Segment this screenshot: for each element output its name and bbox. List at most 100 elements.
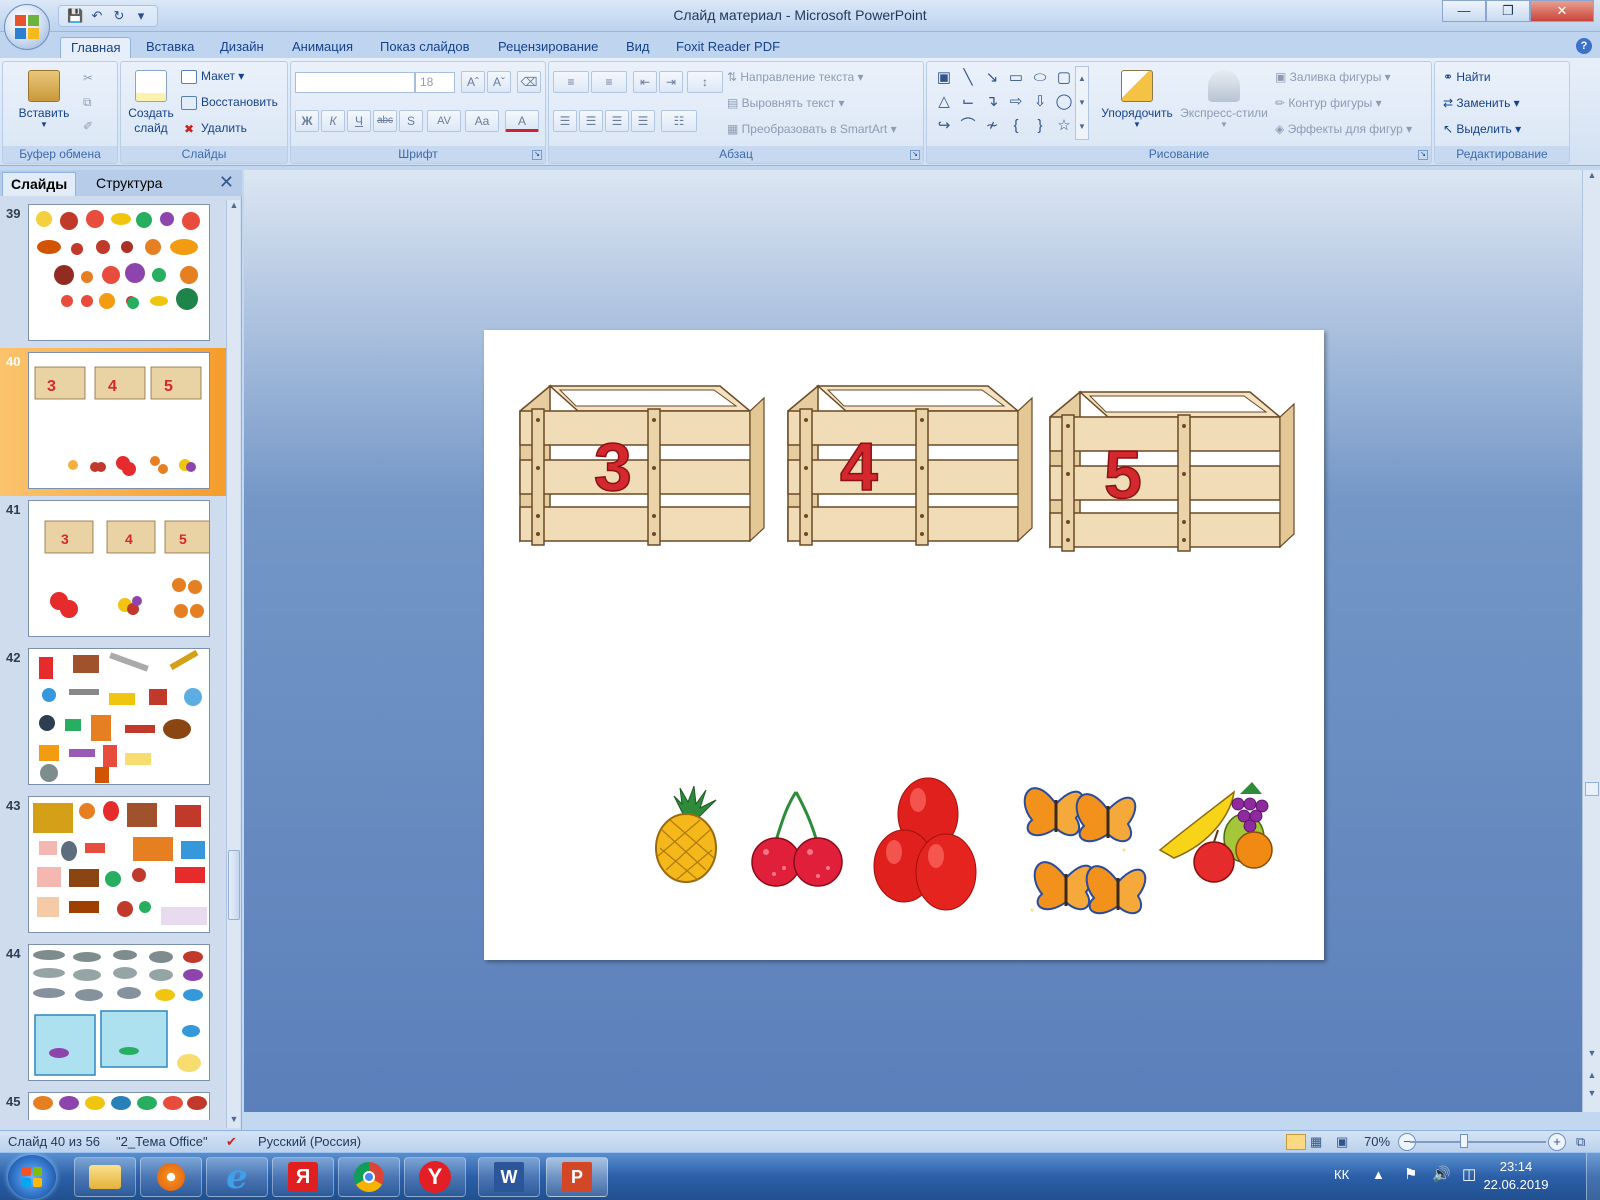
increase-indent-icon[interactable]: ⇥ bbox=[659, 71, 683, 93]
bullets-icon[interactable]: ≡ bbox=[553, 71, 589, 93]
triangle-shape-icon[interactable]: △ bbox=[933, 92, 955, 112]
thumbnail-slide-45[interactable]: 45 bbox=[0, 1088, 226, 1120]
crate-5[interactable]: 5 bbox=[1049, 391, 1295, 552]
shape-fill-button[interactable]: ▣ Заливка фигуры ▾ bbox=[1275, 67, 1391, 87]
maximize-button[interactable]: ❐ bbox=[1486, 0, 1530, 22]
current-slide[interactable]: 3 4 5 bbox=[484, 330, 1324, 960]
tab-view[interactable]: Вид bbox=[616, 37, 660, 58]
align-left-icon[interactable]: ☰ bbox=[553, 110, 577, 132]
zoom-in-button[interactable]: + bbox=[1548, 1133, 1566, 1151]
bold-button[interactable]: Ж bbox=[295, 110, 319, 132]
elbow-connector-icon[interactable]: ⌙ bbox=[957, 92, 979, 112]
shape-outline-button[interactable]: ✏ Контур фигуры ▾ bbox=[1275, 93, 1382, 113]
help-icon[interactable]: ? bbox=[1576, 38, 1592, 54]
yandex-browser-taskbar-button[interactable]: Y bbox=[404, 1157, 466, 1197]
media-player-taskbar-button[interactable] bbox=[140, 1157, 202, 1197]
action-center-icon[interactable]: ⚑ bbox=[1404, 1165, 1417, 1183]
select-button[interactable]: ↖ Выделить ▾ bbox=[1443, 119, 1521, 139]
start-button[interactable] bbox=[8, 1155, 56, 1199]
close-pane-icon[interactable]: ✕ bbox=[219, 172, 234, 193]
rounded-rect-shape-icon[interactable]: ▢ bbox=[1053, 68, 1075, 88]
crate-3[interactable]: 3 bbox=[519, 385, 765, 546]
input-language[interactable]: КК bbox=[1334, 1167, 1349, 1182]
char-spacing-button[interactable]: AV bbox=[427, 110, 461, 132]
scroll-down-icon[interactable]: ▼ bbox=[227, 1114, 241, 1128]
font-size-input[interactable]: 18 bbox=[415, 72, 455, 93]
arc-shape-icon[interactable]: ⌒ bbox=[957, 116, 979, 136]
fit-to-window-icon[interactable]: ⧉ bbox=[1576, 1134, 1585, 1150]
crate-4[interactable]: 4 bbox=[787, 385, 1033, 546]
thumbnail-slide-39[interactable]: 39 bbox=[0, 200, 226, 348]
show-desktop-button[interactable] bbox=[1586, 1153, 1600, 1200]
minimize-button[interactable]: — bbox=[1442, 0, 1486, 22]
grow-font-icon[interactable]: Aˆ bbox=[461, 71, 485, 93]
oval-shape-icon[interactable]: ⬭ bbox=[1029, 68, 1051, 88]
shrink-font-icon[interactable]: Aˇ bbox=[487, 71, 511, 93]
pineapple-image[interactable] bbox=[655, 785, 717, 883]
shapes-scroll[interactable]: ▲ ▼ ▼ bbox=[1075, 66, 1089, 140]
layout-button[interactable]: Макет ▾ bbox=[181, 66, 244, 86]
italic-button[interactable]: К bbox=[321, 110, 345, 132]
tab-insert[interactable]: Вставка bbox=[136, 37, 204, 58]
freeform-shape-icon[interactable]: ◯ bbox=[1053, 92, 1075, 112]
arrow-line-shape-icon[interactable]: ↘ bbox=[981, 68, 1003, 88]
text-direction-button[interactable]: ⇅ Направление текста ▾ bbox=[727, 67, 864, 87]
font-family-input[interactable] bbox=[295, 72, 415, 93]
copy-icon[interactable]: ⧉ bbox=[83, 92, 92, 112]
cut-icon[interactable]: ✂ bbox=[83, 68, 93, 88]
tab-animation[interactable]: Анимация bbox=[282, 37, 363, 58]
tab-slides[interactable]: Слайды bbox=[2, 172, 77, 196]
zoom-slider[interactable] bbox=[1410, 1141, 1546, 1143]
align-center-icon[interactable]: ☰ bbox=[579, 110, 603, 132]
slide-sorter-icon[interactable]: ▦ bbox=[1310, 1134, 1322, 1150]
slides-pane-scrollbar[interactable]: ▲ ▼ bbox=[226, 200, 240, 1128]
tab-outline[interactable]: Структура bbox=[88, 172, 170, 196]
rectangle-shape-icon[interactable]: ▭ bbox=[1005, 68, 1027, 88]
scroll-down-icon[interactable]: ▼ bbox=[1583, 1048, 1600, 1062]
change-case-button[interactable]: Aa bbox=[465, 110, 499, 132]
system-clock[interactable]: 23:14 22.06.2019 bbox=[1476, 1158, 1556, 1194]
font-dialog-launcher-icon[interactable]: ↘ bbox=[532, 150, 542, 160]
scroll-up-icon[interactable]: ▲ bbox=[227, 200, 241, 214]
smartart-button[interactable]: ▦ Преобразовать в SmartArt ▾ bbox=[727, 119, 897, 139]
tab-home[interactable]: Главная bbox=[60, 37, 132, 58]
normal-view-icon[interactable] bbox=[1286, 1134, 1306, 1150]
shape-effects-button[interactable]: ◈ Эффекты для фигур ▾ bbox=[1275, 119, 1412, 139]
thumbnail-slide-43[interactable]: 43 bbox=[0, 792, 226, 940]
line-shape-icon[interactable]: ╲ bbox=[957, 68, 979, 88]
thumbnail-slide-42[interactable]: 42 bbox=[0, 644, 226, 792]
replace-button[interactable]: ⇄ Заменить ▾ bbox=[1443, 93, 1520, 113]
tab-design[interactable]: Дизайн bbox=[210, 37, 274, 58]
slideshow-view-icon[interactable]: ▣ bbox=[1336, 1134, 1348, 1150]
quick-styles-button[interactable]: Экспресс-стили ▼ bbox=[1179, 66, 1269, 129]
internet-explorer-taskbar-button[interactable]: e bbox=[206, 1157, 268, 1197]
next-slide-icon[interactable]: ▼ bbox=[1583, 1088, 1600, 1102]
new-slide-button[interactable]: Создать слайд bbox=[125, 66, 177, 136]
right-arrow-shape-icon[interactable]: ⇨ bbox=[1005, 92, 1027, 112]
tab-review[interactable]: Рецензирование bbox=[488, 37, 608, 58]
scroll-up-icon[interactable]: ▲ bbox=[1583, 170, 1600, 184]
scroll-thumb[interactable] bbox=[228, 850, 240, 920]
fruit-mix-image[interactable] bbox=[1158, 782, 1273, 883]
butterflies-image[interactable] bbox=[1023, 787, 1147, 915]
textbox-shape-icon[interactable]: ▣ bbox=[933, 68, 955, 88]
curved-connector-icon[interactable]: ↪ bbox=[933, 116, 955, 136]
down-arrow-shape-icon[interactable]: ⇩ bbox=[1029, 92, 1051, 112]
zoom-slider-handle[interactable] bbox=[1460, 1134, 1468, 1148]
align-right-icon[interactable]: ☰ bbox=[605, 110, 629, 132]
volume-icon[interactable]: 🔊 bbox=[1432, 1165, 1451, 1183]
zoom-level[interactable]: 70% bbox=[1364, 1134, 1390, 1149]
close-button[interactable]: ✕ bbox=[1530, 0, 1594, 22]
elbow-arrow-connector-icon[interactable]: ↴ bbox=[981, 92, 1003, 112]
office-button[interactable] bbox=[4, 4, 50, 50]
right-brace-shape-icon[interactable]: } bbox=[1029, 116, 1051, 136]
align-text-button[interactable]: ▤ Выровнять текст ▾ bbox=[727, 93, 845, 113]
explorer-taskbar-button[interactable] bbox=[74, 1157, 136, 1197]
thumbnail-slide-41[interactable]: 41 3 4 5 bbox=[0, 496, 226, 644]
yandex-taskbar-button[interactable]: Я bbox=[272, 1157, 334, 1197]
previous-slide-icon[interactable]: ▲ bbox=[1583, 1070, 1600, 1084]
word-taskbar-button[interactable]: W bbox=[478, 1157, 540, 1197]
curve-shape-icon[interactable]: ≁ bbox=[981, 116, 1003, 136]
columns-icon[interactable]: ☷ bbox=[661, 110, 697, 132]
line-spacing-icon[interactable]: ↕ bbox=[687, 71, 723, 93]
